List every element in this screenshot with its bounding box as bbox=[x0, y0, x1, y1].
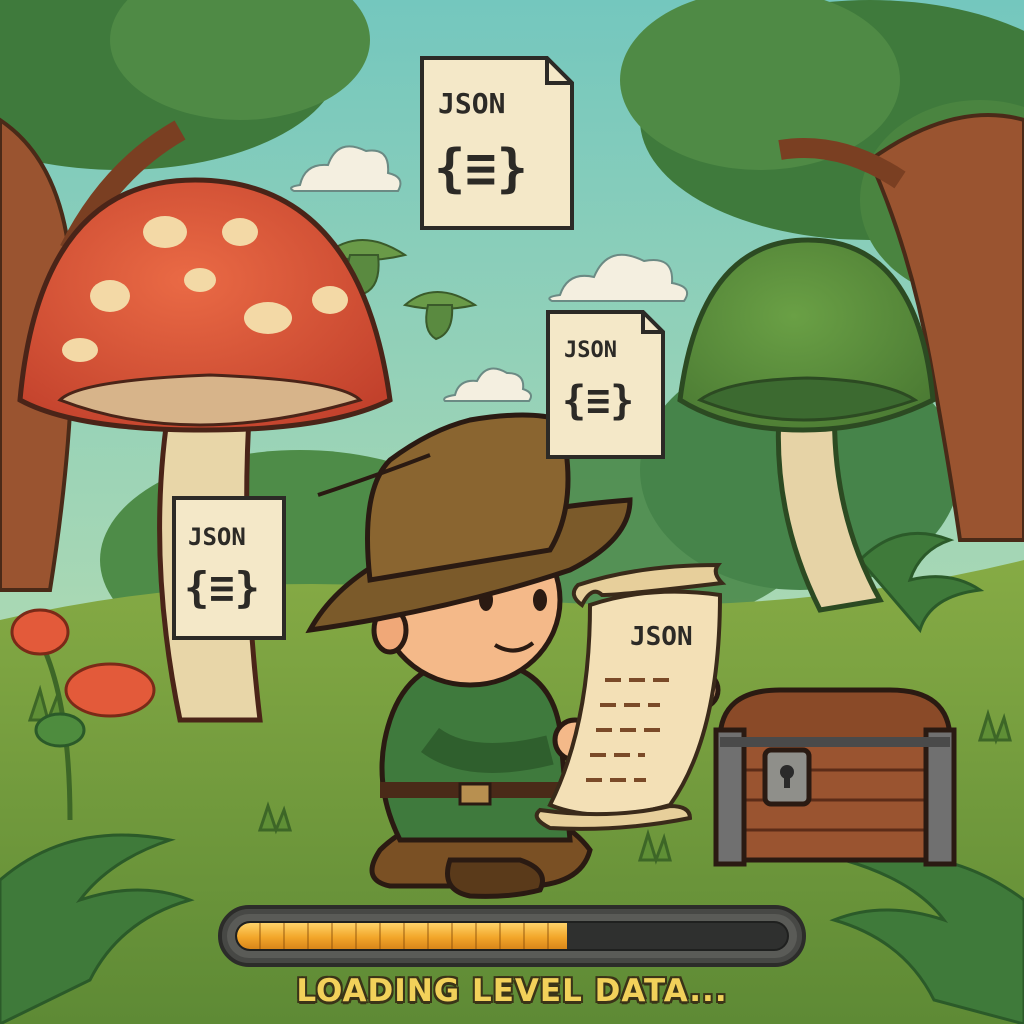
json-doc-label: JSON bbox=[564, 338, 617, 363]
json-file-icon: JSON {≡} bbox=[172, 496, 286, 640]
json-doc-glyph: {≡} bbox=[562, 378, 634, 424]
loading-label: LOADING LEVEL DATA... bbox=[296, 973, 728, 1009]
json-doc-glyph: {≡} bbox=[184, 563, 260, 612]
json-file-icon: JSON {≡} bbox=[546, 310, 665, 459]
json-doc-label: JSON bbox=[188, 523, 246, 551]
treasure-chest-icon bbox=[713, 687, 957, 867]
game-scene: JSON JSON {≡} JSON {≡} JSON {≡} LOADING … bbox=[0, 0, 1024, 1024]
loading-progress-bar bbox=[218, 905, 806, 967]
loading-progress-track bbox=[235, 921, 789, 951]
forest-background: JSON JSON {≡} JSON {≡} JSON {≡} bbox=[0, 0, 1024, 1024]
json-doc-label: JSON bbox=[438, 87, 505, 120]
scroll-label: JSON bbox=[630, 622, 693, 652]
json-file-icon: JSON {≡} bbox=[420, 56, 574, 230]
json-doc-glyph: {≡} bbox=[434, 139, 528, 199]
loading-progress-fill bbox=[237, 923, 567, 949]
